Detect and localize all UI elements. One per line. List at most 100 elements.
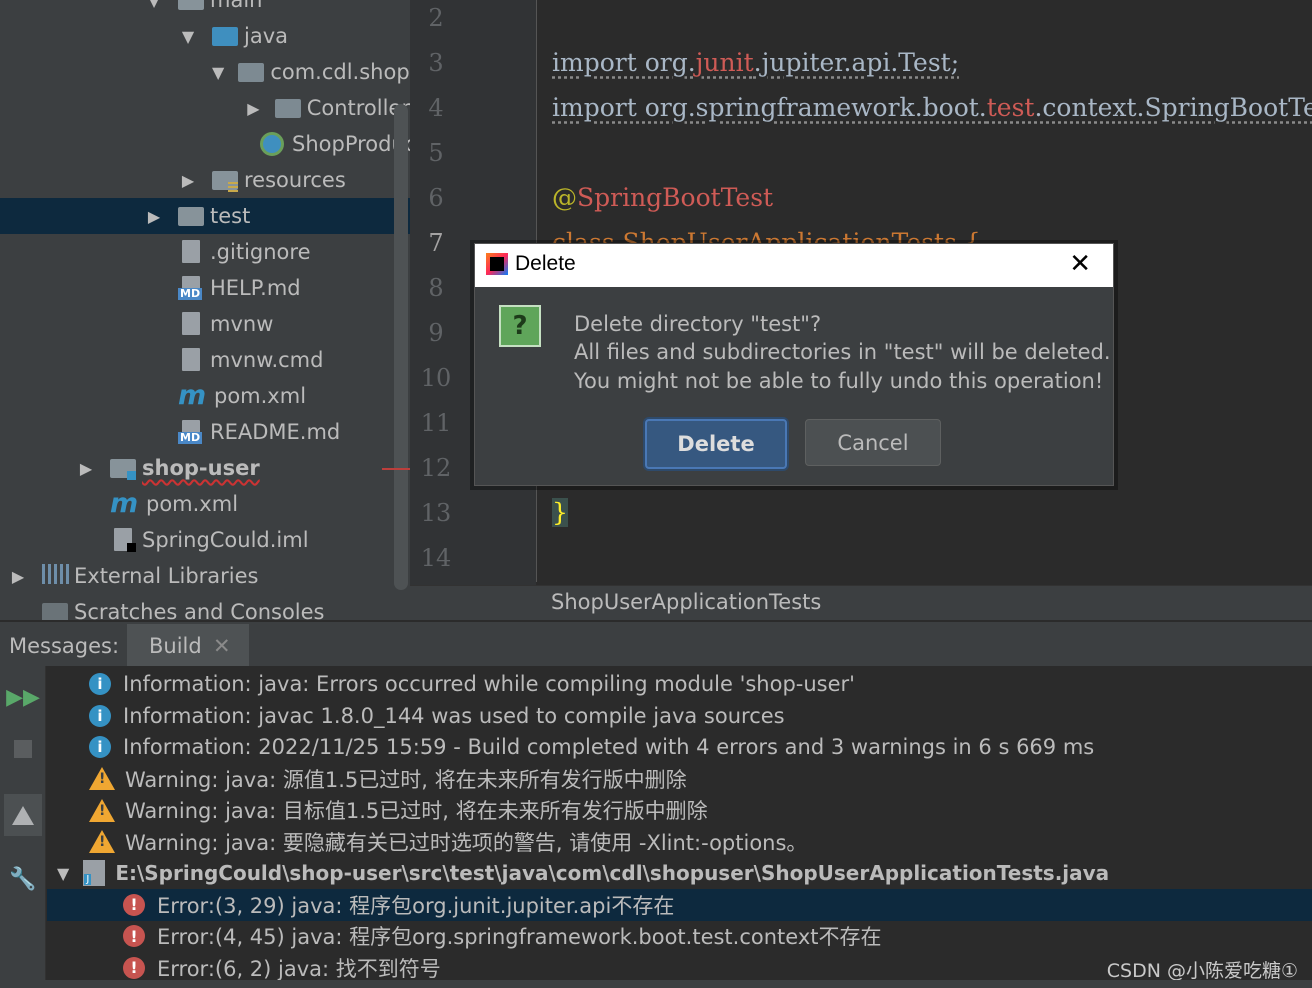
tree-item-label: resources [244,168,346,192]
intellij-logo-icon [486,253,508,275]
tree-item-label: Scratches and Consoles [74,600,325,620]
code-line-6[interactable]: @SpringBootTest [552,183,773,212]
message-text: Warning: java: 目标值1.5已过时, 将在未来所有发行版中删除 [125,799,708,823]
code-text: import org.springframework.boot. [552,93,987,122]
chevron-down-icon[interactable]: ▼ [178,27,198,46]
file-icon [178,312,204,336]
markdown-file-icon: MD [178,420,204,444]
tree-item[interactable]: ▼ java [0,18,410,54]
line-number: 6 [428,184,444,212]
message-row[interactable]: i Information: java: Errors occurred whil… [47,668,1312,700]
wrench-icon[interactable]: 🔧 [8,864,38,894]
tree-item-label: mvnw.cmd [210,348,324,372]
warning-icon: ! [89,798,115,822]
message-row[interactable]: ! Warning: java: 要隐藏有关已过时选项的警告, 请使用 -Xlin… [47,826,1312,858]
tree-item[interactable]: .gitignore [0,234,410,270]
chevron-down-icon[interactable]: ▼ [57,864,69,883]
tree-item[interactable]: SpringCould.iml [0,522,410,558]
messages-toolbar: ▶▶ 🔧 [0,666,46,988]
tree-item[interactable]: ▶ test [0,198,410,234]
message-row[interactable]: ! Error:(3, 29) java: 程序包org.junit.jupite… [47,888,1312,921]
message-text: Error:(3, 29) java: 程序包org.junit.jupiter… [157,893,675,918]
tab-build-label: Build [149,634,202,658]
line-number: 14 [420,544,452,572]
tree-item[interactable]: ▼ main [0,0,410,18]
tree-item-label: ShopProduct [292,132,410,156]
message-row[interactable]: i Information: 2022/11/25 15:59 - Build c… [47,731,1312,763]
message-text: Warning: java: 要隐藏有关已过时选项的警告, 请使用 -Xlint… [125,830,808,855]
tree-item[interactable]: ▶ shop-user [0,450,410,486]
tree-item-label: pom.xml [214,384,307,408]
tree-item[interactable]: mvnw [0,306,410,342]
chevron-down-icon[interactable]: ▼ [144,0,164,10]
tree-item-label: SpringCould.iml [142,528,309,552]
close-icon[interactable]: ✕ [1069,249,1091,279]
tree-item[interactable]: MD HELP.md [0,270,410,306]
dialog-title: Delete [515,252,576,275]
tab-build[interactable]: Build ✕ [127,624,249,668]
chevron-down-icon[interactable]: ▼ [212,63,224,82]
message-row[interactable]: ! Warning: java: 目标值1.5已过时, 将在未来所有发行版中删除 [47,794,1312,826]
tree-item[interactable]: ▶ External Libraries [0,558,410,594]
code-text: import org. [552,48,696,77]
message-row[interactable]: ▼ J E:\SpringCould\shop-user\src\test\java… [47,857,1312,889]
message-text: Error:(4, 45) java: 程序包org.springframewo… [157,925,882,949]
message-row[interactable]: ! Warning: java: 源值1.5已过时, 将在未来所有发行版中删除 [47,763,1312,795]
editor-breadcrumb: ShopUserApplicationTests [410,585,1312,620]
package-icon [238,60,265,84]
chevron-right-icon[interactable]: ▶ [178,171,198,190]
chevron-right-icon[interactable]: ▶ [8,567,28,586]
code-line-13[interactable]: } [552,498,568,527]
tree-item[interactable]: ▶ Controller [0,90,410,126]
tree-item[interactable]: Scratches and Consoles [0,594,410,620]
error-stripe-mark [382,468,410,470]
code-text: .jupiter.api.Test; [753,48,960,77]
message-row[interactable]: ! Error:(4, 45) java: 程序包org.springframew… [47,920,1312,952]
tree-item-label: External Libraries [74,564,259,588]
message-row[interactable]: i Information: javac 1.8.0_144 was used t… [47,700,1312,732]
code-line-4[interactable]: import org.springframework.boot.test.con… [552,93,1312,122]
line-number: 5 [428,139,444,167]
breadcrumb-class[interactable]: ShopUserApplicationTests [551,590,821,614]
delete-button[interactable]: Delete [645,419,787,469]
tree-item-label: test [210,204,251,228]
tree-item[interactable]: ▶ resources [0,162,410,198]
rerun-icon[interactable]: ▶▶ [6,682,40,712]
line-number: 7 [428,229,444,257]
project-tree-scrollbar[interactable] [394,104,408,590]
libraries-icon [42,564,70,588]
chevron-right-icon[interactable]: ▶ [144,207,164,226]
tree-item[interactable]: mvnw.cmd [0,342,410,378]
warning-icon: ! [89,830,115,853]
message-text: Information: 2022/11/25 15:59 - Build co… [123,735,1095,759]
tree-item-label: HELP.md [210,276,301,300]
line-number: 8 [428,274,444,302]
tree-item[interactable]: ▼ com.cdl.shoppro [0,54,410,90]
info-icon: i [89,704,111,727]
delete-dialog: Delete ✕ ? Delete directory "test"? All … [474,243,1114,486]
dialog-titlebar[interactable]: Delete ✕ [475,244,1113,287]
unresolved-package: junit [695,48,754,77]
chevron-right-icon[interactable]: ▶ [246,99,261,118]
info-icon: i [89,736,111,758]
maven-icon: m [110,488,139,519]
tree-item[interactable]: m pom.xml [0,486,410,522]
source-folder-icon [212,24,238,48]
code-line-3[interactable]: import org.junit.jupiter.api.Test; [552,48,959,77]
warnings-filter-icon[interactable] [4,794,42,836]
dialog-message-line-1: Delete directory "test"? [574,312,822,336]
tree-item[interactable]: ShopProduct [0,126,410,162]
tree-item[interactable]: MD README.md [0,414,410,450]
error-icon: ! [123,925,145,947]
unresolved-package: test [986,93,1035,122]
tree-item[interactable]: m pom.xml [0,378,410,414]
chevron-right-icon[interactable]: ▶ [76,459,96,478]
error-icon: ! [123,893,145,916]
cancel-button[interactable]: Cancel [805,419,941,466]
status-bar [0,980,1312,988]
close-tab-icon[interactable]: ✕ [213,634,231,658]
line-number: 10 [420,364,452,392]
messages-title: Messages: [9,634,120,658]
annotation-at: @ [552,183,577,212]
stop-icon[interactable] [8,734,38,764]
